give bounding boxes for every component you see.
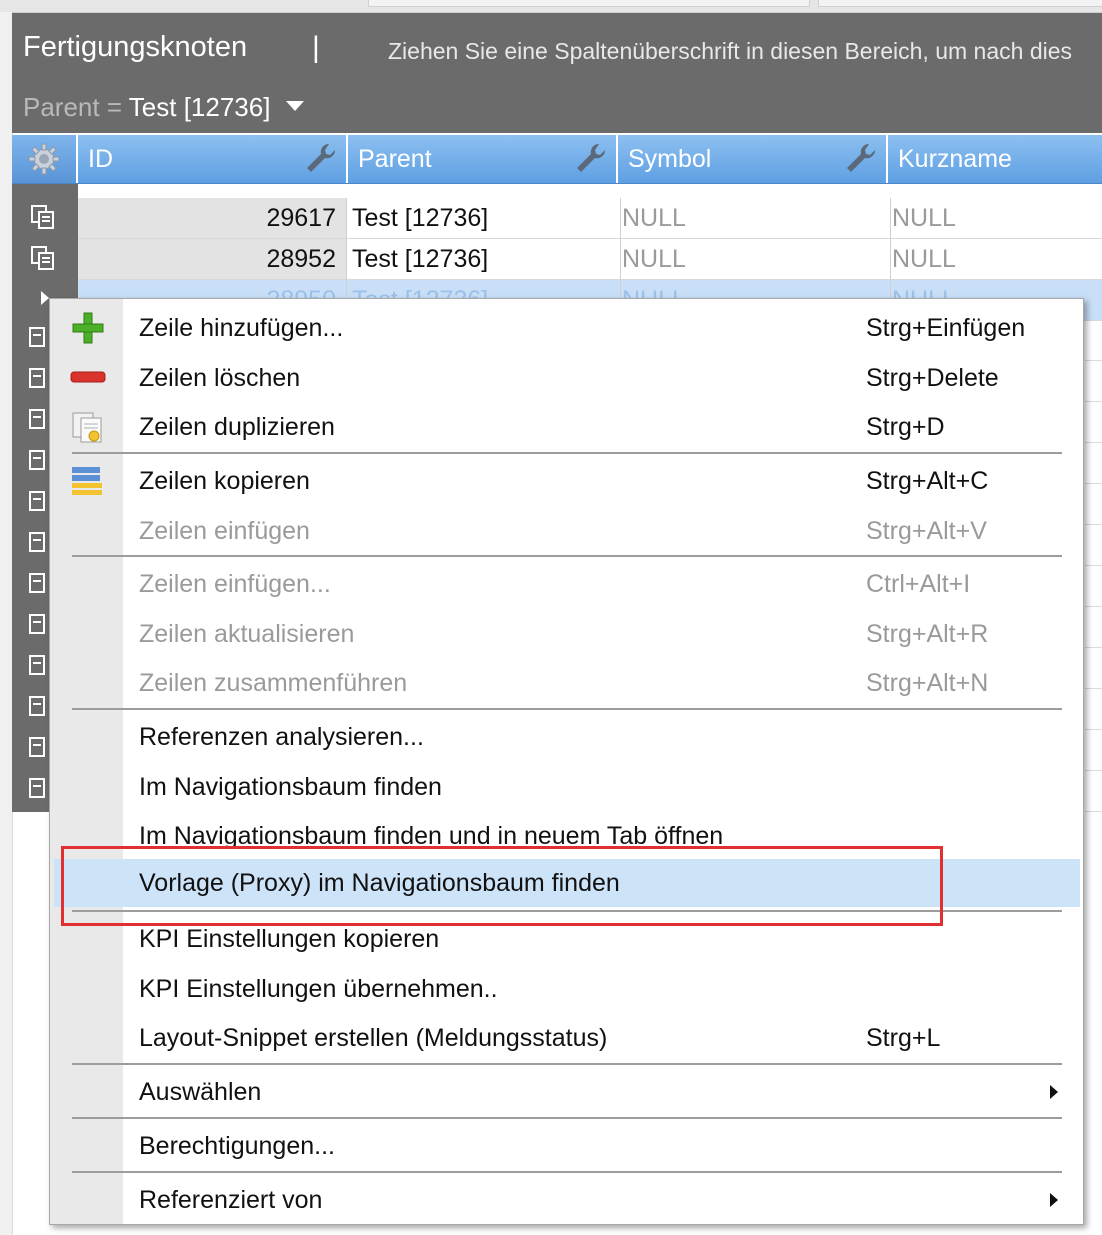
column-id[interactable]: ID: [78, 135, 348, 183]
chevron-down-icon[interactable]: [285, 101, 304, 112]
current-row-arrow-icon: [41, 291, 49, 305]
menu-item-shortcut: Strg+Alt+V: [866, 517, 987, 545]
menu-item-label: Zeilen duplizieren: [139, 413, 335, 441]
cell-symbol[interactable]: NULL: [618, 239, 891, 279]
cell-parent[interactable]: Test [12736]: [348, 198, 621, 238]
grid-title: Fertigungsknoten: [23, 31, 248, 63]
menu-item-shortcut: Strg+D: [866, 413, 945, 441]
menu-item-label: Zeilen kopieren: [139, 467, 310, 495]
menu-item-copy-rows[interactable]: Zeilen kopieren Strg+Alt+C: [50, 457, 1083, 505]
menu-item-shortcut: Strg+L: [866, 1024, 941, 1052]
column-header: ID Parent Symbol Kurzname: [12, 135, 1102, 184]
menu-item-label: Auswählen: [139, 1078, 262, 1106]
column-chooser[interactable]: [12, 135, 78, 183]
menu-item-label: Berechtigungen...: [139, 1132, 335, 1160]
row-copy-icon[interactable]: [30, 204, 56, 230]
menu-item-label: Zeilen zusammenführen: [139, 669, 408, 697]
duplicate-icon: [72, 412, 102, 443]
gear-icon[interactable]: [28, 143, 60, 175]
menu-item-apply-kpi-settings[interactable]: KPI Einstellungen übernehmen..: [50, 965, 1083, 1013]
menu-separator: [72, 452, 1062, 454]
top-tab[interactable]: [368, 0, 810, 7]
column-label: Parent: [358, 145, 432, 173]
menu-item-label: KPI Einstellungen übernehmen..: [139, 975, 498, 1003]
menu-item-analyze-references[interactable]: Referenzen analysieren...: [50, 713, 1083, 761]
group-panel: Fertigungsknoten | Ziehen Sie eine Spalt…: [12, 13, 1102, 133]
menu-item-label: Zeilen löschen: [139, 364, 301, 392]
column-symbol[interactable]: Symbol: [618, 135, 888, 183]
menu-item-duplicate-rows[interactable]: Zeilen duplizieren Strg+D: [50, 403, 1083, 451]
menu-item-add-row[interactable]: Zeile hinzufügen... Strg+Einfügen: [50, 304, 1083, 352]
annotation-highlight-box: [61, 846, 943, 926]
filter-value: Test [12736]: [128, 92, 271, 122]
cell-id[interactable]: 29617: [78, 198, 347, 238]
minus-icon: [70, 371, 106, 383]
column-kurzname[interactable]: Kurzname: [888, 135, 1102, 183]
menu-item-find-in-tree[interactable]: Im Navigationsbaum finden: [50, 763, 1083, 811]
window-top-strip: [0, 0, 1102, 13]
menu-item-update-rows: Zeilen aktualisieren Strg+Alt+R: [50, 610, 1083, 658]
grid-right-edge: [1085, 320, 1102, 820]
menu-item-label: Referenzen analysieren...: [139, 723, 424, 751]
menu-separator: [72, 1117, 1062, 1119]
filter-key: Parent =: [23, 92, 123, 122]
menu-separator: [72, 555, 1062, 557]
column-label: ID: [88, 145, 113, 173]
row-copy-icon[interactable]: [30, 245, 56, 271]
table-row[interactable]: 29617 Test [12736] NULL NULL: [78, 198, 1102, 239]
menu-item-referenced-by[interactable]: Referenziert von: [50, 1176, 1083, 1224]
menu-item-shortcut: Strg+Alt+R: [866, 620, 989, 648]
menu-item-shortcut: Strg+Alt+C: [866, 467, 989, 495]
menu-item-label: Im Navigationsbaum finden: [139, 773, 442, 801]
menu-item-label: Zeile hinzufügen...: [139, 314, 344, 342]
menu-separator: [72, 1171, 1062, 1173]
copy-rows-icon: [72, 467, 102, 495]
column-label: Symbol: [628, 145, 712, 173]
menu-item-create-layout-snippet[interactable]: Layout-Snippet erstellen (Meldungsstatus…: [50, 1014, 1083, 1062]
menu-item-permissions[interactable]: Berechtigungen...: [50, 1122, 1083, 1170]
cell-parent[interactable]: Test [12736]: [348, 239, 621, 279]
menu-item-paste-rows: Zeilen einfügen Strg+Alt+V: [50, 507, 1083, 555]
group-hint[interactable]: Ziehen Sie eine Spaltenüberschrift in di…: [388, 38, 1072, 65]
menu-separator: [72, 1063, 1062, 1065]
submenu-arrow-icon: [1050, 1085, 1058, 1099]
cell-symbol[interactable]: NULL: [618, 198, 891, 238]
wrench-icon[interactable]: [844, 141, 878, 175]
menu-item-label: Referenziert von: [139, 1186, 323, 1214]
table-row[interactable]: 28952 Test [12736] NULL NULL: [78, 239, 1102, 280]
menu-item-label: Zeilen einfügen...: [139, 570, 331, 598]
menu-item-delete-rows[interactable]: Zeilen löschen Strg+Delete: [50, 354, 1083, 402]
cell-kurzname[interactable]: NULL: [888, 239, 1102, 279]
menu-separator: [72, 708, 1062, 710]
parent-filter[interactable]: Parent = Test [12736]: [23, 92, 304, 123]
menu-item-shortcut: Strg+Delete: [866, 364, 999, 392]
menu-item-label: Zeilen einfügen: [139, 517, 310, 545]
title-separator: |: [312, 31, 320, 64]
menu-item-merge-rows: Zeilen zusammenführen Strg+Alt+N: [50, 659, 1083, 707]
column-label: Kurzname: [898, 145, 1012, 173]
column-parent[interactable]: Parent: [348, 135, 618, 183]
cell-kurzname[interactable]: NULL: [888, 198, 1102, 238]
menu-item-insert-rows: Zeilen einfügen... Ctrl+Alt+I: [50, 560, 1083, 608]
menu-item-shortcut: Ctrl+Alt+I: [866, 570, 971, 598]
wrench-icon[interactable]: [574, 141, 608, 175]
cell-id[interactable]: 28952: [78, 239, 347, 279]
top-tab[interactable]: [818, 0, 1102, 7]
menu-item-shortcut: Strg+Alt+N: [866, 669, 989, 697]
menu-item-label: Layout-Snippet erstellen (Meldungsstatus…: [139, 1024, 608, 1052]
menu-item-select[interactable]: Auswählen: [50, 1068, 1083, 1116]
context-menu: Zeile hinzufügen... Strg+Einfügen Zeilen…: [49, 298, 1084, 1225]
wrench-icon[interactable]: [304, 141, 338, 175]
menu-item-shortcut: Strg+Einfügen: [866, 314, 1026, 342]
submenu-arrow-icon: [1050, 1193, 1058, 1207]
plus-icon: [72, 312, 104, 344]
menu-item-label: Zeilen aktualisieren: [139, 620, 355, 648]
